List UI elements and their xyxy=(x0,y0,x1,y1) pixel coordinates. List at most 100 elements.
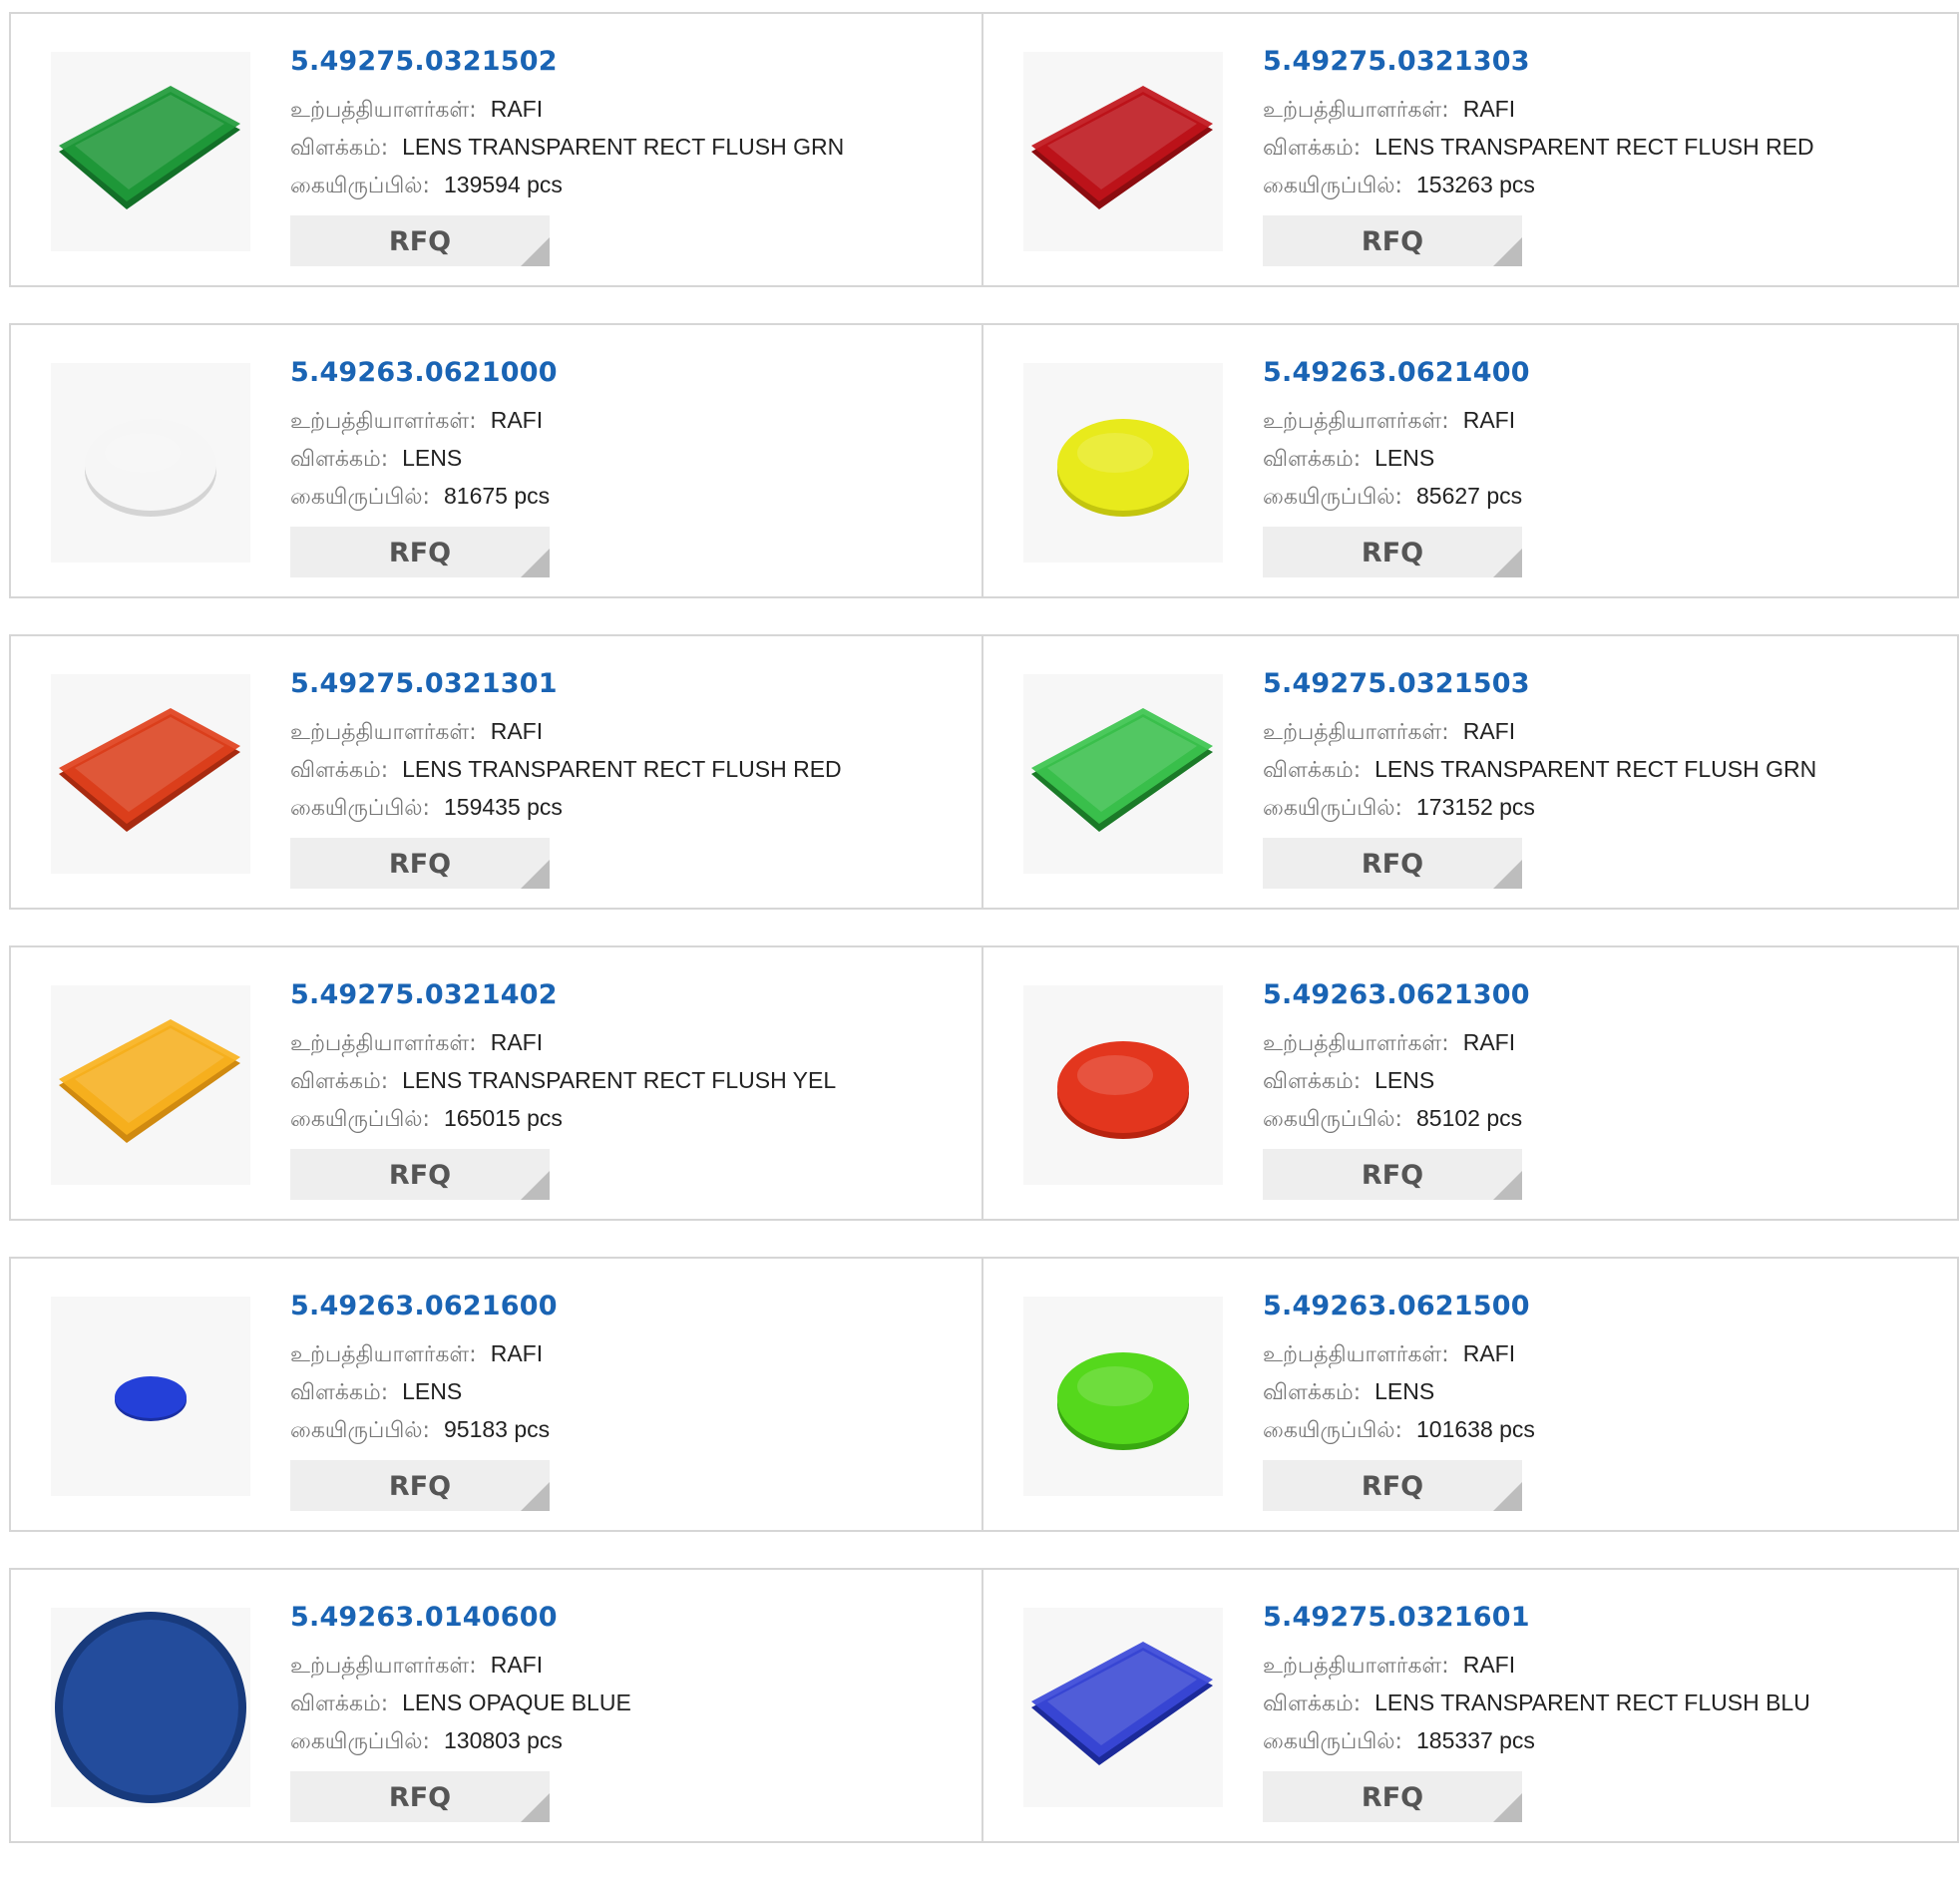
rfq-button[interactable]: RFQ xyxy=(1263,838,1522,889)
description-value: LENS TRANSPARENT RECT FLUSH YEL xyxy=(402,1067,837,1093)
stock-value: 139594 pcs xyxy=(443,172,563,197)
manufacturer-label: உற்பத்தியாளர்கள்: xyxy=(290,1031,477,1056)
corner-triangle-icon xyxy=(1493,1171,1522,1200)
stock-value: 101638 pcs xyxy=(1415,1416,1535,1442)
lens-icon xyxy=(1057,1352,1189,1450)
product-row: 5.49275.0321301 உற்பத்தியாளர்கள்: RAFI வி… xyxy=(9,634,1960,910)
stock-label: கையிருப்பில்: xyxy=(1263,1107,1402,1132)
product-image[interactable] xyxy=(1023,985,1223,1185)
description-line: விளக்கம்: LENS TRANSPARENT RECT FLUSH RED xyxy=(290,751,842,789)
description-label: விளக்கம்: xyxy=(290,447,389,472)
description-line: விளக்கம்: LENS OPAQUE BLUE xyxy=(290,1685,631,1722)
lens-icon xyxy=(1031,1642,1213,1765)
rfq-button[interactable]: RFQ xyxy=(290,215,550,266)
product-card: 5.49263.0621400 உற்பத்தியாளர்கள்: RAFI வி… xyxy=(983,323,1959,598)
manufacturer-label: உற்பத்தியாளர்கள்: xyxy=(290,1654,477,1679)
description-value: LENS xyxy=(1374,445,1435,471)
part-number-link[interactable]: 5.49275.0321601 xyxy=(1263,1602,1810,1633)
lens-shape xyxy=(63,1620,238,1795)
product-card: 5.49275.0321301 உற்பத்தியாளர்கள்: RAFI வி… xyxy=(9,634,983,910)
product-info: 5.49275.0321402 உற்பத்தியாளர்கள்: RAFI வி… xyxy=(290,979,836,1138)
lens-icon xyxy=(55,1612,246,1803)
part-number-link[interactable]: 5.49275.0321503 xyxy=(1263,668,1816,699)
manufacturer-value: RAFI xyxy=(1462,1340,1516,1366)
corner-triangle-icon xyxy=(521,1482,550,1511)
stock-label: கையிருப்பில்: xyxy=(1263,174,1402,198)
lens-shape xyxy=(105,433,181,473)
rfq-button[interactable]: RFQ xyxy=(290,1149,550,1200)
stock-label: கையிருப்பில்: xyxy=(290,174,430,198)
product-card: 5.49275.0321303 உற்பத்தியாளர்கள்: RAFI வி… xyxy=(983,12,1959,287)
product-image[interactable] xyxy=(1023,1608,1223,1807)
rfq-button[interactable]: RFQ xyxy=(290,1771,550,1822)
lens-icon xyxy=(1031,86,1213,209)
product-card: 5.49263.0621000 உற்பத்தியாளர்கள்: RAFI வி… xyxy=(9,323,983,598)
product-image[interactable] xyxy=(51,1608,250,1807)
corner-triangle-icon xyxy=(521,1793,550,1822)
stock-line: கையிருப்பில்: 101638 pcs xyxy=(1263,1411,1535,1449)
part-number-link[interactable]: 5.49263.0621000 xyxy=(290,357,558,388)
product-card: 5.49263.0621300 உற்பத்தியாளர்கள்: RAFI வி… xyxy=(983,945,1959,1221)
stock-line: கையிருப்பில்: 85102 pcs xyxy=(1263,1100,1530,1138)
rfq-button[interactable]: RFQ xyxy=(1263,527,1522,577)
rfq-button[interactable]: RFQ xyxy=(290,838,550,889)
stock-line: கையிருப்பில்: 165015 pcs xyxy=(290,1100,836,1138)
product-image[interactable] xyxy=(51,363,250,563)
part-number-link[interactable]: 5.49263.0140600 xyxy=(290,1602,631,1633)
product-image[interactable] xyxy=(1023,674,1223,874)
corner-triangle-icon xyxy=(1493,860,1522,889)
product-image[interactable] xyxy=(51,52,250,251)
product-image[interactable] xyxy=(51,985,250,1185)
product-card: 5.49275.0321601 உற்பத்தியாளர்கள்: RAFI வி… xyxy=(983,1568,1959,1843)
rfq-button[interactable]: RFQ xyxy=(1263,1460,1522,1511)
product-info: 5.49263.0621600 உற்பத்தியாளர்கள்: RAFI வி… xyxy=(290,1291,558,1449)
manufacturer-label: உற்பத்தியாளர்கள்: xyxy=(290,409,477,434)
part-number-link[interactable]: 5.49275.0321301 xyxy=(290,668,842,699)
rfq-label: RFQ xyxy=(1361,849,1424,880)
part-number-link[interactable]: 5.49263.0621300 xyxy=(1263,979,1530,1010)
rfq-button[interactable]: RFQ xyxy=(290,527,550,577)
product-image[interactable] xyxy=(51,674,250,874)
stock-value: 85102 pcs xyxy=(1415,1105,1523,1131)
rfq-button[interactable]: RFQ xyxy=(1263,1771,1522,1822)
stock-value: 173152 pcs xyxy=(1415,794,1535,820)
lens-icon xyxy=(1031,708,1213,832)
stock-label: கையிருப்பில்: xyxy=(290,485,430,510)
stock-label: கையிருப்பில்: xyxy=(290,1107,430,1132)
manufacturer-label: உற்பத்தியாளர்கள்: xyxy=(1263,409,1449,434)
product-card: 5.49275.0321503 உற்பத்தியாளர்கள்: RAFI வி… xyxy=(983,634,1959,910)
part-number-link[interactable]: 5.49263.0621400 xyxy=(1263,357,1530,388)
product-image[interactable] xyxy=(1023,363,1223,563)
rfq-button[interactable]: RFQ xyxy=(1263,215,1522,266)
part-number-link[interactable]: 5.49275.0321502 xyxy=(290,46,844,77)
stock-value: 81675 pcs xyxy=(443,483,551,509)
description-label: விளக்கம்: xyxy=(290,136,389,161)
product-image[interactable] xyxy=(1023,1297,1223,1496)
description-label: விளக்கம்: xyxy=(1263,1069,1362,1094)
product-card: 5.49275.0321502 உற்பத்தியாளர்கள்: RAFI வி… xyxy=(9,12,983,287)
lens-icon xyxy=(59,1019,240,1143)
stock-line: கையிருப்பில்: 139594 pcs xyxy=(290,167,844,204)
description-label: விளக்கம்: xyxy=(1263,136,1362,161)
product-image[interactable] xyxy=(1023,52,1223,251)
rfq-button[interactable]: RFQ xyxy=(290,1460,550,1511)
rfq-button[interactable]: RFQ xyxy=(1263,1149,1522,1200)
manufacturer-label: உற்பத்தியாளர்கள்: xyxy=(1263,1342,1449,1367)
part-number-link[interactable]: 5.49275.0321402 xyxy=(290,979,836,1010)
product-info: 5.49263.0621300 உற்பத்தியாளர்கள்: RAFI வி… xyxy=(1263,979,1530,1138)
manufacturer-value: RAFI xyxy=(490,1340,544,1366)
manufacturer-line: உற்பத்தியாளர்கள்: RAFI xyxy=(290,713,842,751)
stock-line: கையிருப்பில்: 85627 pcs xyxy=(1263,478,1530,516)
part-number-link[interactable]: 5.49275.0321303 xyxy=(1263,46,1814,77)
stock-line: கையிருப்பில்: 153263 pcs xyxy=(1263,167,1814,204)
manufacturer-label: உற்பத்தியாளர்கள்: xyxy=(1263,98,1449,123)
product-image[interactable] xyxy=(51,1297,250,1496)
description-line: விளக்கம்: LENS xyxy=(290,440,558,478)
product-info: 5.49275.0321601 உற்பத்தியாளர்கள்: RAFI வி… xyxy=(1263,1602,1810,1760)
rfq-label: RFQ xyxy=(1361,1160,1424,1191)
rfq-label: RFQ xyxy=(1361,1471,1424,1502)
part-number-link[interactable]: 5.49263.0621500 xyxy=(1263,1291,1535,1321)
lens-shape xyxy=(1077,1366,1153,1406)
part-number-link[interactable]: 5.49263.0621600 xyxy=(290,1291,558,1321)
stock-label: கையிருப்பில்: xyxy=(290,796,430,821)
